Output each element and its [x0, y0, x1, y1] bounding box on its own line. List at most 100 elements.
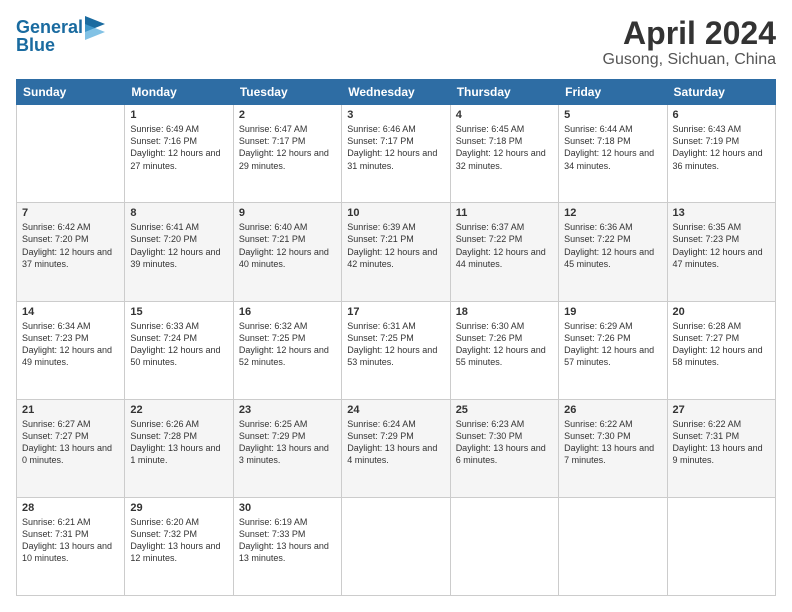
day-number: 25: [456, 404, 553, 416]
day-number: 17: [347, 306, 444, 318]
day-info: Sunrise: 6:44 AM Sunset: 7:18 PM Dayligh…: [564, 123, 661, 172]
day-number: 30: [239, 502, 336, 514]
calendar-header-row: Sunday Monday Tuesday Wednesday Thursday…: [17, 80, 776, 105]
day-number: 11: [456, 207, 553, 219]
day-number: 6: [673, 109, 770, 121]
title-section: April 2024 Gusong, Sichuan, China: [603, 16, 776, 69]
calendar-cell: 12 Sunrise: 6:36 AM Sunset: 7:22 PM Dayli…: [559, 203, 667, 301]
day-info: Sunrise: 6:30 AM Sunset: 7:26 PM Dayligh…: [456, 320, 553, 369]
calendar-cell: [342, 497, 450, 595]
calendar-cell: 15 Sunrise: 6:33 AM Sunset: 7:24 PM Dayli…: [125, 301, 233, 399]
day-number: 29: [130, 502, 227, 514]
calendar-table: Sunday Monday Tuesday Wednesday Thursday…: [16, 79, 776, 596]
col-saturday: Saturday: [667, 80, 775, 105]
day-info: Sunrise: 6:39 AM Sunset: 7:21 PM Dayligh…: [347, 221, 444, 270]
calendar-cell: 8 Sunrise: 6:41 AM Sunset: 7:20 PM Daylig…: [125, 203, 233, 301]
day-info: Sunrise: 6:46 AM Sunset: 7:17 PM Dayligh…: [347, 123, 444, 172]
day-number: 14: [22, 306, 119, 318]
calendar-week-3: 14 Sunrise: 6:34 AM Sunset: 7:23 PM Dayli…: [17, 301, 776, 399]
day-info: Sunrise: 6:37 AM Sunset: 7:22 PM Dayligh…: [456, 221, 553, 270]
day-info: Sunrise: 6:29 AM Sunset: 7:26 PM Dayligh…: [564, 320, 661, 369]
day-info: Sunrise: 6:40 AM Sunset: 7:21 PM Dayligh…: [239, 221, 336, 270]
col-monday: Monday: [125, 80, 233, 105]
calendar-cell: 7 Sunrise: 6:42 AM Sunset: 7:20 PM Daylig…: [17, 203, 125, 301]
calendar-cell: 6Sunrise: 6:43 AM Sunset: 7:19 PM Daylig…: [667, 105, 775, 203]
day-info: Sunrise: 6:23 AM Sunset: 7:30 PM Dayligh…: [456, 418, 553, 467]
calendar-cell: 27 Sunrise: 6:22 AM Sunset: 7:31 PM Dayli…: [667, 399, 775, 497]
day-number: 18: [456, 306, 553, 318]
day-number: 23: [239, 404, 336, 416]
day-number: 13: [673, 207, 770, 219]
day-number: 19: [564, 306, 661, 318]
day-info: Sunrise: 6:22 AM Sunset: 7:31 PM Dayligh…: [673, 418, 770, 467]
day-info: Sunrise: 6:45 AM Sunset: 7:18 PM Dayligh…: [456, 123, 553, 172]
calendar-cell: 20 Sunrise: 6:28 AM Sunset: 7:27 PM Dayli…: [667, 301, 775, 399]
day-info: Sunrise: 6:20 AM Sunset: 7:32 PM Dayligh…: [130, 516, 227, 565]
day-info: Sunrise: 6:32 AM Sunset: 7:25 PM Dayligh…: [239, 320, 336, 369]
calendar-cell: 9Sunrise: 6:40 AM Sunset: 7:21 PM Daylig…: [233, 203, 341, 301]
day-number: 21: [22, 404, 119, 416]
calendar-cell: 14 Sunrise: 6:34 AM Sunset: 7:23 PM Dayli…: [17, 301, 125, 399]
calendar-cell: 1Sunrise: 6:49 AM Sunset: 7:16 PM Daylig…: [125, 105, 233, 203]
day-info: Sunrise: 6:19 AM Sunset: 7:33 PM Dayligh…: [239, 516, 336, 565]
logo: General Blue: [16, 16, 105, 56]
day-number: 12: [564, 207, 661, 219]
calendar-cell: 11 Sunrise: 6:37 AM Sunset: 7:22 PM Dayli…: [450, 203, 558, 301]
calendar-cell: 21 Sunrise: 6:27 AM Sunset: 7:27 PM Dayli…: [17, 399, 125, 497]
day-number: 20: [673, 306, 770, 318]
day-number: 15: [130, 306, 227, 318]
col-sunday: Sunday: [17, 80, 125, 105]
day-number: 10: [347, 207, 444, 219]
page: General Blue April 2024 Gusong, Sichuan,…: [0, 0, 792, 612]
day-info: Sunrise: 6:28 AM Sunset: 7:27 PM Dayligh…: [673, 320, 770, 369]
day-number: 8: [130, 207, 227, 219]
day-info: Sunrise: 6:27 AM Sunset: 7:27 PM Dayligh…: [22, 418, 119, 467]
day-info: Sunrise: 6:36 AM Sunset: 7:22 PM Dayligh…: [564, 221, 661, 270]
calendar-cell: 3 Sunrise: 6:46 AM Sunset: 7:17 PM Daylig…: [342, 105, 450, 203]
calendar-cell: 18 Sunrise: 6:30 AM Sunset: 7:26 PM Dayli…: [450, 301, 558, 399]
calendar-cell: 5 Sunrise: 6:44 AM Sunset: 7:18 PM Daylig…: [559, 105, 667, 203]
calendar-cell: [17, 105, 125, 203]
day-info: Sunrise: 6:26 AM Sunset: 7:28 PM Dayligh…: [130, 418, 227, 467]
calendar-cell: 16 Sunrise: 6:32 AM Sunset: 7:25 PM Dayli…: [233, 301, 341, 399]
day-number: 26: [564, 404, 661, 416]
calendar-cell: 2Sunrise: 6:47 AM Sunset: 7:17 PM Daylig…: [233, 105, 341, 203]
day-info: Sunrise: 6:42 AM Sunset: 7:20 PM Dayligh…: [22, 221, 119, 270]
day-info: Sunrise: 6:33 AM Sunset: 7:24 PM Dayligh…: [130, 320, 227, 369]
calendar-cell: 13 Sunrise: 6:35 AM Sunset: 7:23 PM Dayli…: [667, 203, 775, 301]
day-info: Sunrise: 6:25 AM Sunset: 7:29 PM Dayligh…: [239, 418, 336, 467]
calendar-cell: 22 Sunrise: 6:26 AM Sunset: 7:28 PM Dayli…: [125, 399, 233, 497]
day-info: Sunrise: 6:22 AM Sunset: 7:30 PM Dayligh…: [564, 418, 661, 467]
day-info: Sunrise: 6:41 AM Sunset: 7:20 PM Dayligh…: [130, 221, 227, 270]
calendar-cell: 19 Sunrise: 6:29 AM Sunset: 7:26 PM Dayli…: [559, 301, 667, 399]
calendar-week-2: 7 Sunrise: 6:42 AM Sunset: 7:20 PM Daylig…: [17, 203, 776, 301]
calendar-cell: 28Sunrise: 6:21 AM Sunset: 7:31 PM Dayli…: [17, 497, 125, 595]
calendar-week-1: 1Sunrise: 6:49 AM Sunset: 7:16 PM Daylig…: [17, 105, 776, 203]
calendar-cell: 4 Sunrise: 6:45 AM Sunset: 7:18 PM Daylig…: [450, 105, 558, 203]
day-number: 3: [347, 109, 444, 121]
col-friday: Friday: [559, 80, 667, 105]
day-info: Sunrise: 6:35 AM Sunset: 7:23 PM Dayligh…: [673, 221, 770, 270]
day-number: 1: [130, 109, 227, 121]
day-number: 7: [22, 207, 119, 219]
day-number: 2: [239, 109, 336, 121]
calendar-week-4: 21 Sunrise: 6:27 AM Sunset: 7:27 PM Dayli…: [17, 399, 776, 497]
day-number: 16: [239, 306, 336, 318]
logo-icon: [85, 16, 105, 40]
day-number: 5: [564, 109, 661, 121]
calendar-cell: [450, 497, 558, 595]
calendar-cell: 17Sunrise: 6:31 AM Sunset: 7:25 PM Dayli…: [342, 301, 450, 399]
calendar-cell: 26 Sunrise: 6:22 AM Sunset: 7:30 PM Dayli…: [559, 399, 667, 497]
day-number: 27: [673, 404, 770, 416]
calendar-cell: 30 Sunrise: 6:19 AM Sunset: 7:33 PM Dayli…: [233, 497, 341, 595]
page-title: April 2024: [603, 16, 776, 51]
page-subtitle: Gusong, Sichuan, China: [603, 51, 776, 69]
calendar-cell: 24Sunrise: 6:24 AM Sunset: 7:29 PM Dayli…: [342, 399, 450, 497]
calendar-cell: 10 Sunrise: 6:39 AM Sunset: 7:21 PM Dayli…: [342, 203, 450, 301]
col-thursday: Thursday: [450, 80, 558, 105]
day-info: Sunrise: 6:34 AM Sunset: 7:23 PM Dayligh…: [22, 320, 119, 369]
day-number: 22: [130, 404, 227, 416]
calendar-cell: 25 Sunrise: 6:23 AM Sunset: 7:30 PM Dayli…: [450, 399, 558, 497]
day-number: 24: [347, 404, 444, 416]
day-number: 4: [456, 109, 553, 121]
